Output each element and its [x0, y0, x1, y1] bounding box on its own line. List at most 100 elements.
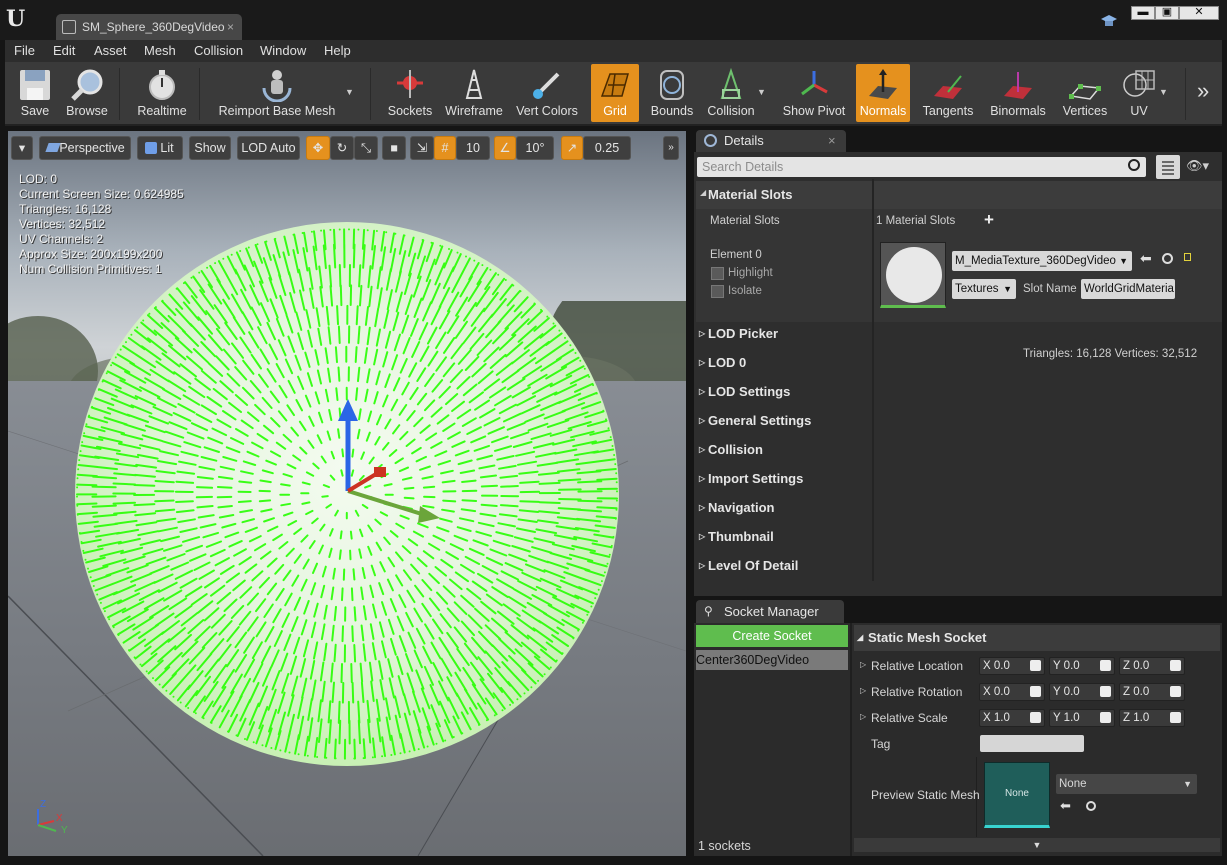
tangents-button[interactable]: Tangents [917, 64, 979, 122]
category-lod-0[interactable]: ▷ LOD 0 [696, 349, 872, 377]
viewport-options-button[interactable]: ▾ [11, 136, 33, 160]
menu-file[interactable]: File [14, 43, 35, 58]
viewport[interactable]: ▾ Perspective Lit Show LOD Auto ✥ ↻ ⤡ ■ … [8, 131, 686, 856]
relative-scale-x[interactable]: X 1.0 [979, 709, 1045, 727]
relative-rotation-z[interactable]: Z 0.0 [1119, 683, 1185, 701]
menu-asset[interactable]: Asset [94, 43, 127, 58]
uv-dropdown-icon[interactable]: ▼ [1159, 87, 1168, 97]
static-mesh-socket-header[interactable]: ◢ Static Mesh Socket [854, 625, 1220, 651]
collision-dropdown-icon[interactable]: ▼ [757, 87, 766, 97]
sockets-button[interactable]: Sockets [382, 64, 438, 122]
collision-button[interactable]: Collision [703, 64, 759, 122]
rotate-tool-button[interactable]: ↻ [330, 136, 354, 160]
panel-divider[interactable] [850, 623, 852, 856]
material-slots-category[interactable]: ◢ Material Slots [696, 181, 1222, 209]
category-lod-picker[interactable]: ▷ LOD Picker [696, 320, 872, 348]
reset-default-icon[interactable] [1184, 253, 1191, 261]
relative-scale-z[interactable]: Z 1.0 [1119, 709, 1185, 727]
perspective-button[interactable]: Perspective [39, 136, 131, 160]
textures-dropdown[interactable]: Textures ▼ [952, 279, 1016, 299]
details-close-icon[interactable]: × [828, 130, 836, 152]
use-selected-arrow-icon[interactable]: ⬅ [1140, 250, 1152, 267]
grid-snap-value[interactable]: 10 [456, 136, 490, 160]
tag-input[interactable] [980, 735, 1084, 752]
reimport-dropdown-icon[interactable]: ▼ [345, 87, 354, 97]
search-details-input[interactable]: Search Details [697, 157, 1146, 177]
show-button[interactable]: Show [189, 136, 231, 160]
browse-button[interactable]: Browse [61, 64, 113, 122]
column-splitter[interactable] [872, 179, 874, 581]
asset-tab[interactable]: SM_Sphere_360DegVideo × [56, 14, 242, 40]
minimize-button[interactable]: ▬ [1131, 6, 1155, 20]
vertices-button[interactable]: Vertices [1057, 64, 1113, 122]
save-button[interactable]: Save [9, 64, 61, 122]
category-import-settings[interactable]: ▷ Import Settings [696, 465, 872, 493]
vert-colors-button[interactable]: Vert Colors [512, 64, 582, 122]
category-thumbnail[interactable]: ▷ Thumbnail [696, 523, 872, 551]
reimport-base-mesh-button[interactable]: Reimport Base Mesh [207, 64, 347, 122]
uv-button[interactable]: UV [1117, 64, 1161, 122]
browse-asset-icon[interactable] [1162, 253, 1173, 264]
material-thumbnail[interactable] [880, 242, 946, 308]
lit-button[interactable]: Lit [137, 136, 183, 160]
preview-mesh-dropdown[interactable]: None ▼ [1056, 774, 1197, 794]
triangle-right-icon[interactable]: ▷ [860, 712, 866, 721]
scale-snap-toggle[interactable]: ↗ [561, 136, 583, 160]
wireframe-button[interactable]: Wireframe [442, 64, 506, 122]
browse-asset-icon[interactable] [1086, 801, 1096, 811]
category-level-of-detail[interactable]: ▷ Level Of Detail [696, 552, 872, 580]
bounds-button[interactable]: Bounds [647, 64, 697, 122]
rotation-snap-toggle[interactable]: ∠ [494, 136, 516, 160]
preview-mesh-thumbnail[interactable]: None [984, 762, 1050, 828]
scale-snap-value[interactable]: 0.25 [583, 136, 631, 160]
close-button[interactable]: ✕ [1179, 6, 1219, 20]
tab-details[interactable]: Details × [696, 130, 846, 152]
material-dropdown[interactable]: M_MediaTexture_360DegVideo ▼ [952, 251, 1132, 271]
menu-collision[interactable]: Collision [194, 43, 243, 58]
triangle-right-icon[interactable]: ▷ [860, 686, 866, 695]
triangle-right-icon[interactable]: ▷ [860, 660, 866, 669]
maximize-button[interactable]: ▣ [1155, 6, 1179, 20]
show-pivot-button[interactable]: Show Pivot [781, 64, 847, 122]
property-matrix-button[interactable] [1156, 155, 1180, 179]
binormals-button[interactable]: Binormals [985, 64, 1051, 122]
socket-list-item[interactable]: Center360DegVideo [696, 650, 848, 670]
tab-close-icon[interactable]: × [227, 14, 234, 40]
menu-edit[interactable]: Edit [53, 43, 75, 58]
grid-button[interactable]: Grid [591, 64, 639, 122]
category-navigation[interactable]: ▷ Navigation [696, 494, 872, 522]
rotation-snap-value[interactable]: 10° [516, 136, 554, 160]
scroll-down-arrow[interactable]: ▼ [854, 838, 1220, 852]
category-collision[interactable]: ▷ Collision [696, 436, 872, 464]
create-socket-button[interactable]: Create Socket [696, 625, 848, 647]
visibility-eye-icon[interactable]: 👁▾ [1186, 158, 1209, 174]
add-material-slot-button[interactable]: + [984, 210, 994, 230]
isolate-checkbox[interactable] [711, 285, 724, 298]
use-selected-arrow-icon[interactable]: ⬅ [1060, 798, 1071, 814]
coordinate-system-button[interactable]: ■ [382, 136, 406, 160]
surface-snap-button[interactable]: ⇲ [410, 136, 434, 160]
normals-button[interactable]: Normals [856, 64, 910, 122]
relative-location-y[interactable]: Y 0.0 [1049, 657, 1115, 675]
tab-socket-manager[interactable]: ⚲ Socket Manager [696, 600, 844, 623]
menu-help[interactable]: Help [324, 43, 351, 58]
grid-snap-toggle[interactable]: # [434, 136, 456, 160]
menu-mesh[interactable]: Mesh [144, 43, 176, 58]
viewport-expand-button[interactable]: » [663, 136, 679, 160]
category-lod-settings[interactable]: ▷ LOD Settings [696, 378, 872, 406]
realtime-button[interactable]: Realtime [131, 64, 193, 122]
relative-location-z[interactable]: Z 0.0 [1119, 657, 1185, 675]
toolbar-overflow-icon[interactable]: » [1197, 78, 1209, 104]
relative-rotation-x[interactable]: X 0.0 [979, 683, 1045, 701]
relative-rotation-y[interactable]: Y 0.0 [1049, 683, 1115, 701]
relative-location-x[interactable]: X 0.0 [979, 657, 1045, 675]
lod-auto-button[interactable]: LOD Auto [237, 136, 300, 160]
translate-tool-button[interactable]: ✥ [306, 136, 330, 160]
relative-scale-y[interactable]: Y 1.0 [1049, 709, 1115, 727]
slot-name-input[interactable]: WorldGridMateria [1081, 279, 1175, 299]
scale-tool-button[interactable]: ⤡ [354, 136, 378, 160]
menu-window[interactable]: Window [260, 43, 306, 58]
category-general-settings[interactable]: ▷ General Settings [696, 407, 872, 435]
highlight-checkbox[interactable] [711, 267, 724, 280]
learn-icon[interactable] [1101, 15, 1117, 27]
